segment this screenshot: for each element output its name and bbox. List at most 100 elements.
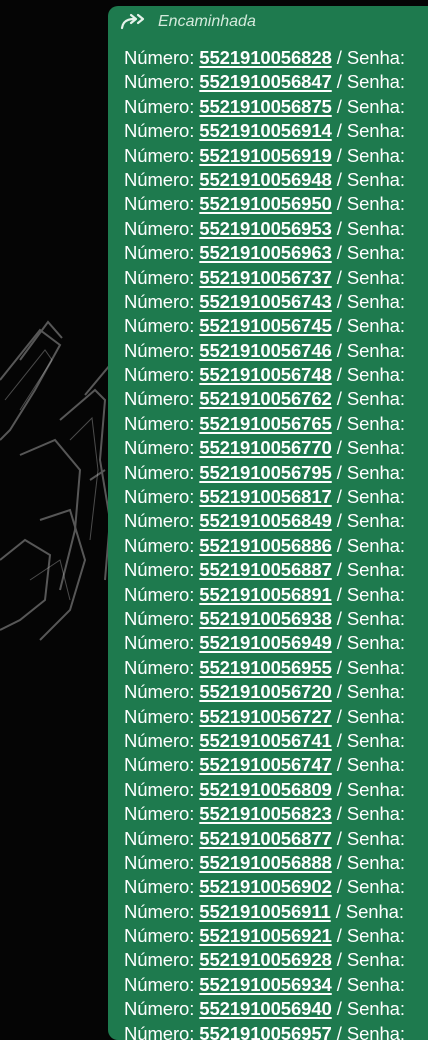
phone-number-link[interactable]: 5521910056875 — [199, 96, 332, 117]
number-prefix: Número: — [124, 290, 200, 312]
number-prefix: Número: — [124, 803, 200, 825]
password-suffix: / Senha: — [331, 803, 405, 825]
phone-number-link[interactable]: 5521910056743 — [199, 291, 332, 312]
password-suffix: / Senha: — [331, 1022, 405, 1040]
phone-number-link[interactable]: 5521910056928 — [199, 949, 332, 970]
number-prefix: Número: — [124, 705, 200, 727]
phone-number-link[interactable]: 5521910056934 — [199, 974, 332, 995]
message-line: Número: 5521910056902 / Senha: — [124, 875, 405, 899]
phone-number-link[interactable]: 5521910056747 — [199, 754, 332, 775]
phone-number-link[interactable]: 5521910056948 — [199, 169, 332, 190]
phone-number-link[interactable]: 5521910056809 — [199, 779, 332, 800]
phone-number-link[interactable]: 5521910056949 — [199, 632, 332, 653]
number-prefix: Número: — [124, 998, 200, 1020]
phone-number-link[interactable]: 5521910056762 — [199, 388, 332, 409]
password-suffix: / Senha: — [331, 827, 405, 849]
password-suffix: / Senha: — [331, 217, 405, 239]
phone-number-link[interactable]: 5521910056745 — [199, 315, 332, 336]
message-line: Número: 5521910056737 / Senha: — [124, 266, 405, 290]
message-line: Número: 5521910056762 / Senha: — [124, 387, 405, 411]
password-suffix: / Senha: — [331, 681, 405, 703]
double-forward-arrow-icon — [120, 13, 145, 30]
phone-number-link[interactable]: 5521910056746 — [199, 340, 332, 361]
phone-number-link[interactable]: 5521910056914 — [199, 120, 332, 141]
phone-number-link[interactable]: 5521910056887 — [199, 559, 332, 580]
phone-number-link[interactable]: 5521910056828 — [199, 47, 332, 68]
message-line: Número: 5521910056938 / Senha: — [124, 607, 405, 631]
phone-number-link[interactable]: 5521910056737 — [199, 267, 332, 288]
password-suffix: / Senha: — [331, 851, 405, 873]
phone-number-link[interactable]: 5521910056957 — [199, 1023, 332, 1040]
phone-number-link[interactable]: 5521910056823 — [199, 803, 332, 824]
number-prefix: Número: — [124, 851, 200, 873]
password-suffix: / Senha: — [331, 315, 405, 337]
password-suffix: / Senha: — [331, 364, 405, 386]
password-suffix: / Senha: — [330, 900, 404, 922]
number-prefix: Número: — [124, 559, 200, 581]
number-prefix: Número: — [124, 656, 200, 678]
phone-number-link[interactable]: 5521910056765 — [199, 413, 332, 434]
phone-number-link[interactable]: 5521910056953 — [199, 218, 332, 239]
phone-number-link[interactable]: 5521910056955 — [199, 657, 332, 678]
password-suffix: / Senha: — [331, 437, 405, 459]
message-line: Número: 5521910056720 / Senha: — [124, 680, 405, 704]
forwarded-message-bubble[interactable]: Encaminhada Número: 5521910056828 / Senh… — [108, 6, 428, 1040]
phone-number-link[interactable]: 5521910056741 — [199, 730, 332, 751]
number-prefix: Número: — [124, 778, 200, 800]
password-suffix: / Senha: — [331, 388, 405, 410]
phone-number-link[interactable]: 5521910056886 — [199, 535, 332, 556]
phone-number-link[interactable]: 5521910056847 — [199, 71, 332, 92]
forwarded-header: Encaminhada — [120, 10, 256, 34]
message-line: Número: 5521910056746 / Senha: — [124, 339, 405, 363]
password-suffix: / Senha: — [331, 461, 405, 483]
phone-number-link[interactable]: 5521910056877 — [199, 828, 332, 849]
phone-number-link[interactable]: 5521910056888 — [199, 852, 332, 873]
phone-number-link[interactable]: 5521910056727 — [199, 706, 332, 727]
message-line: Número: 5521910056745 / Senha: — [124, 314, 405, 338]
password-suffix: / Senha: — [331, 193, 405, 215]
phone-number-link[interactable]: 5521910056748 — [199, 364, 332, 385]
number-prefix: Número: — [124, 266, 200, 288]
phone-number-link[interactable]: 5521910056795 — [199, 462, 332, 483]
phone-number-link[interactable]: 5521910056950 — [199, 193, 332, 214]
password-suffix: / Senha: — [331, 71, 405, 93]
message-line: Número: 5521910056950 / Senha: — [124, 192, 405, 216]
number-prefix: Número: — [124, 925, 200, 947]
phone-number-link[interactable]: 5521910056921 — [199, 925, 332, 946]
password-suffix: / Senha: — [331, 510, 405, 532]
password-suffix: / Senha: — [331, 412, 405, 434]
password-suffix: / Senha: — [331, 534, 405, 556]
phone-number-link[interactable]: 5521910056849 — [199, 510, 332, 531]
message-line: Número: 5521910056747 / Senha: — [124, 753, 405, 777]
number-prefix: Número: — [124, 486, 200, 508]
phone-number-link[interactable]: 5521910056770 — [199, 437, 332, 458]
message-line: Número: 5521910056963 / Senha: — [124, 241, 405, 265]
message-line: Número: 5521910056743 / Senha: — [124, 290, 405, 314]
message-line: Número: 5521910056928 / Senha: — [124, 948, 405, 972]
number-prefix: Número: — [124, 95, 200, 117]
message-line: Número: 5521910056934 / Senha: — [124, 973, 405, 997]
message-line: Número: 5521910056727 / Senha: — [124, 705, 405, 729]
phone-number-link[interactable]: 5521910056963 — [199, 242, 332, 263]
phone-number-link[interactable]: 5521910056720 — [199, 681, 332, 702]
message-line: Número: 5521910056887 / Senha: — [124, 558, 405, 582]
phone-number-link[interactable]: 5521910056940 — [199, 998, 332, 1019]
phone-number-link[interactable]: 5521910056891 — [199, 584, 332, 605]
number-prefix: Número: — [124, 364, 200, 386]
password-suffix: / Senha: — [331, 607, 405, 629]
phone-number-link[interactable]: 5521910056938 — [199, 608, 332, 629]
phone-number-link[interactable]: 5521910056902 — [199, 876, 332, 897]
message-line: Número: 5521910056809 / Senha: — [124, 778, 405, 802]
message-line: Número: 5521910056748 / Senha: — [124, 363, 405, 387]
number-prefix: Número: — [124, 388, 200, 410]
phone-number-link[interactable]: 5521910056911 — [199, 901, 331, 922]
message-line: Número: 5521910056911 / Senha: — [124, 900, 405, 924]
password-suffix: / Senha: — [331, 949, 405, 971]
password-suffix: / Senha: — [331, 95, 405, 117]
message-line: Número: 5521910056847 / Senha: — [124, 70, 405, 94]
password-suffix: / Senha: — [331, 168, 405, 190]
number-prefix: Número: — [124, 71, 200, 93]
message-line: Número: 5521910056953 / Senha: — [124, 217, 405, 241]
phone-number-link[interactable]: 5521910056817 — [199, 486, 332, 507]
phone-number-link[interactable]: 5521910056919 — [199, 145, 332, 166]
